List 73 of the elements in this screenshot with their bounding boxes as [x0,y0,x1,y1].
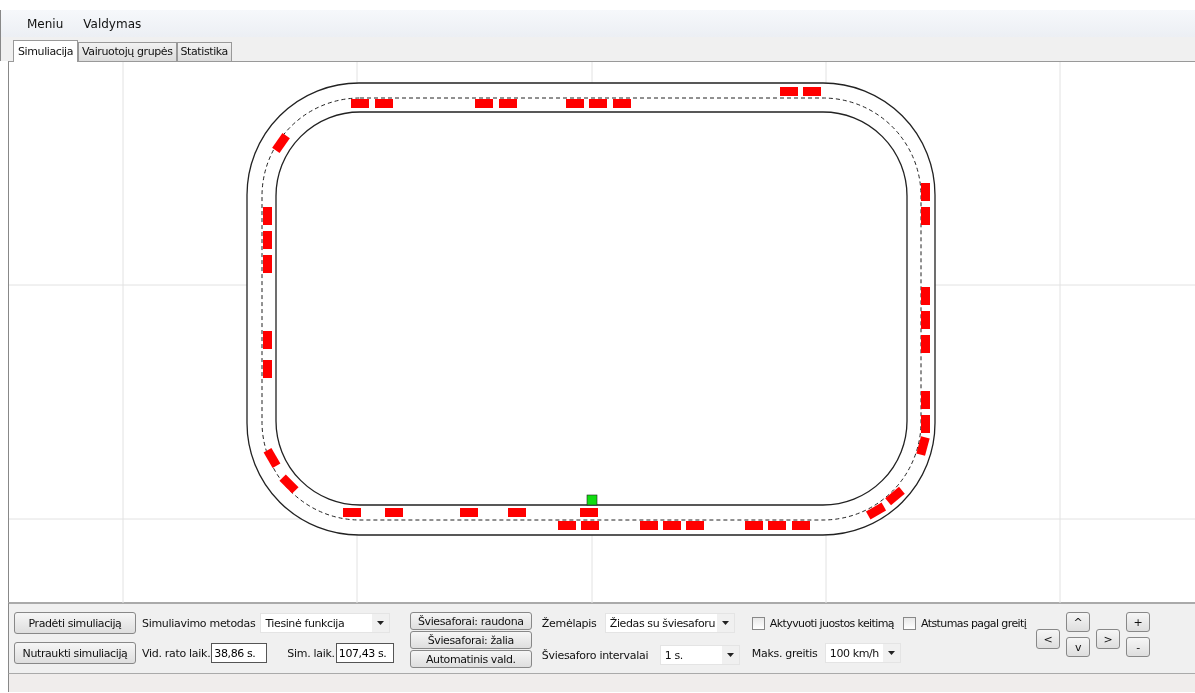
dropdown[interactable]: 1 s. [659,645,740,665]
car [921,287,930,305]
car [921,183,930,201]
car [663,521,681,530]
car [580,508,598,517]
car [460,508,478,517]
button[interactable]: Automatinis vald. [409,650,532,668]
car [263,447,281,469]
tab[interactable]: Vairuotojų grupės [78,42,177,61]
car [768,521,786,530]
car [921,415,930,433]
button[interactable]: Šviesaforai: raudona [409,612,532,630]
label: Žemėlapis [541,616,598,630]
button[interactable]: > [1096,629,1121,649]
button[interactable]: < [1036,629,1061,649]
button[interactable]: Nutraukti simuliaciją [14,642,136,664]
car [566,99,584,108]
car [558,521,576,530]
menu-item[interactable]: Meniu [17,16,74,31]
checkbox-label: Aktyvuoti juostos keitimą [769,616,894,630]
car [803,87,821,96]
car [263,331,272,349]
car [475,99,493,108]
button[interactable]: + [1126,612,1151,632]
car [921,391,930,409]
label: Vid. rato laik. [142,646,211,660]
label: Sim. laik. [287,646,335,660]
button[interactable]: Pradėti simuliaciją [14,612,136,634]
checkbox[interactable] [751,616,765,630]
car [385,508,403,517]
tab[interactable]: Statistika [176,42,232,61]
menu-item[interactable]: Valdymas [73,16,152,31]
car [581,521,599,530]
car [263,231,272,249]
car [916,436,930,456]
car [686,521,704,530]
checkbox[interactable] [903,616,916,630]
car [745,521,763,530]
car [351,99,369,108]
tab[interactable]: Simuliacija [13,40,79,62]
car [792,521,810,530]
car [263,360,272,378]
car [865,502,887,520]
car [780,87,798,96]
traffic-light [586,494,598,506]
dropdown[interactable]: Žiedas su šviesaforu [604,613,735,633]
car [343,508,361,517]
car [921,207,930,225]
car [885,486,905,506]
text-field[interactable]: 107,43 s. [335,643,394,663]
car [640,521,658,530]
dropdown[interactable]: Tiesinė funkcija [260,613,391,633]
car [499,99,517,108]
car [613,99,631,108]
car [375,99,393,108]
car [263,255,272,273]
button[interactable]: ^ [1066,612,1091,632]
car [263,207,272,225]
button[interactable]: Šviesaforai: žalia [409,631,532,649]
car [921,311,930,329]
car [921,335,930,353]
dropdown[interactable]: 100 km/h [824,643,901,663]
car [589,99,607,108]
text-field[interactable]: 38,86 s. [211,643,268,663]
checkbox-label: Atstumas pagal greitį [921,616,1027,630]
button[interactable]: - [1126,637,1151,657]
car [272,133,290,153]
car [279,474,299,494]
car [508,508,526,517]
label: Simuliavimo metodas [142,616,256,630]
button[interactable]: v [1066,637,1091,657]
label: Maks. greitis [751,646,819,660]
label: Šviesaforo intervalai [541,648,650,662]
